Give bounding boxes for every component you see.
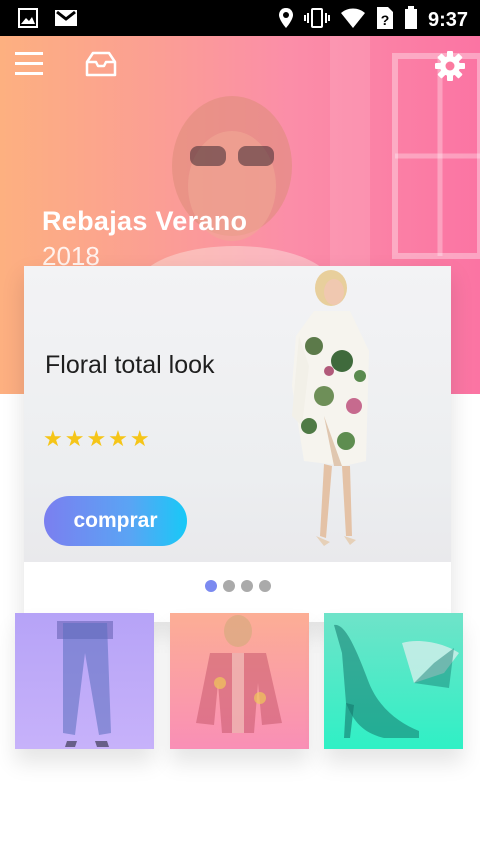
gmail-icon xyxy=(54,8,78,33)
hero-title: Rebajas Verano xyxy=(42,206,248,236)
no-sim-icon: ? xyxy=(376,6,394,35)
status-bar-system: ? 9:37 xyxy=(278,6,468,35)
status-time: 9:37 xyxy=(427,9,468,31)
buy-button[interactable]: comprar xyxy=(44,496,187,546)
inbox-icon xyxy=(85,51,117,77)
pager-dot-3[interactable] xyxy=(240,580,253,592)
vibrate-icon xyxy=(303,7,330,34)
inbox-button[interactable] xyxy=(85,50,117,83)
category-tile-jeans[interactable] xyxy=(15,613,154,749)
menu-icon xyxy=(15,52,43,75)
pager-dot-4[interactable] xyxy=(258,580,271,592)
product-card[interactable]: Floral total look ★★★★★ comprar xyxy=(24,266,451,622)
wifi-icon xyxy=(340,7,366,34)
pager-dot-1[interactable] xyxy=(204,580,217,592)
menu-button[interactable] xyxy=(15,50,45,81)
category-tile-heels[interactable] xyxy=(324,613,463,749)
status-bar: ? 9:37 xyxy=(0,0,480,36)
status-bar-notifications xyxy=(18,8,78,33)
heels-image xyxy=(334,624,459,738)
carousel-pager xyxy=(24,580,451,592)
product-card-body: Floral total look ★★★★★ comprar xyxy=(24,266,451,562)
category-tile-kimono[interactable] xyxy=(170,613,309,749)
location-icon xyxy=(278,7,294,34)
gallery-icon xyxy=(18,8,38,33)
product-title: Floral total look xyxy=(45,351,215,379)
product-rating-stars: ★★★★★ xyxy=(43,426,152,451)
kimono-image xyxy=(196,615,282,733)
settings-button[interactable] xyxy=(434,50,466,87)
pager-dot-2[interactable] xyxy=(222,580,235,592)
battery-icon xyxy=(404,6,418,35)
svg-text:?: ? xyxy=(381,12,390,28)
settings-icon xyxy=(435,51,465,81)
jeans-image xyxy=(57,621,113,747)
